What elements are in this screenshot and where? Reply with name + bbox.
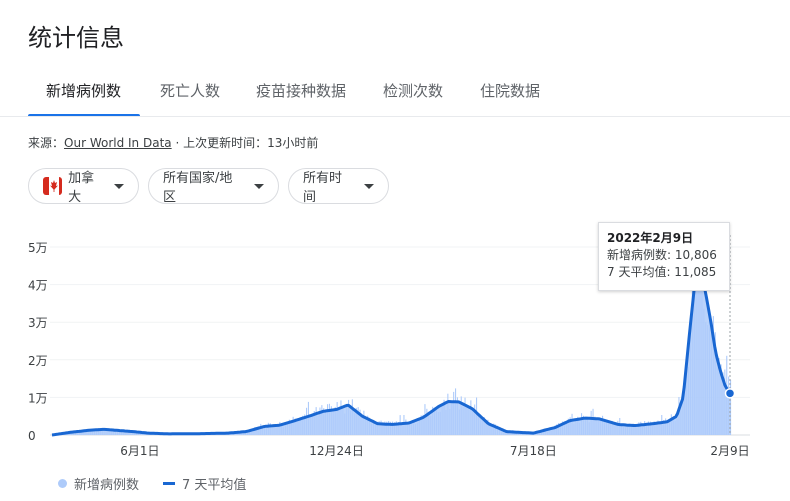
y-tick-label: 4万: [28, 279, 48, 293]
y-axis-ticks: 0 1万 2万 3万 4万 5万: [28, 241, 48, 443]
legend-bars-swatch: [58, 479, 67, 488]
avg-area: [52, 271, 730, 435]
time-range-dropdown[interactable]: 所有时间: [288, 168, 389, 205]
tab-hospitalizations[interactable]: 住院数据: [480, 80, 540, 101]
tooltip-new-cases: 新增病例数: 10,806: [607, 248, 717, 262]
avg-line: [51, 270, 732, 437]
chevron-down-icon: [114, 183, 124, 189]
chevron-down-icon: [364, 183, 374, 189]
chart-tooltip: 2022年2月9日 新增病例数: 10,806 7 天平均值: 11,085: [598, 222, 730, 291]
x-tick-label: 6月1日: [120, 444, 159, 458]
page-title: 统计信息: [28, 24, 124, 52]
x-tick-label: 2月9日: [710, 444, 749, 458]
tab-vaccinations[interactable]: 疫苗接种数据: [256, 80, 346, 101]
chart-legend: 新增病例数 7 天平均值: [58, 474, 246, 493]
time-range-label: 所有时间: [303, 171, 343, 205]
source-line: 来源：Our World In Data · 上次更新时间：13小时前: [28, 134, 318, 151]
tab-bar: 新增病例数 死亡人数 疫苗接种数据 检测次数 住院数据: [28, 64, 762, 117]
y-tick-label: 5万: [28, 241, 48, 255]
tooltip-avg: 7 天平均值: 11,085: [607, 265, 717, 279]
legend-bars-label: 新增病例数: [74, 478, 140, 493]
country-dropdown[interactable]: 加拿大: [28, 168, 139, 205]
tabs-divider: [0, 116, 790, 117]
source-prefix: 来源：: [28, 136, 65, 150]
canada-flag-icon: [43, 177, 63, 195]
legend-avg-label: 7 天平均值: [182, 478, 247, 493]
y-tick-label: 0: [28, 429, 36, 443]
x-tick-label: 12月24日: [309, 444, 364, 458]
tab-new-cases[interactable]: 新增病例数: [46, 80, 121, 101]
y-tick-label: 3万: [28, 316, 48, 330]
x-axis-ticks: 6月1日 12月24日 7月18日 2月9日: [120, 444, 749, 458]
region-dropdown[interactable]: 所有国家/地区: [148, 168, 279, 205]
tab-tests[interactable]: 检测次数: [383, 80, 443, 101]
source-suffix: · 上次更新时间：13小时前: [171, 136, 319, 150]
tooltip-date: 2022年2月9日: [607, 231, 694, 245]
y-tick-label: 2万: [28, 354, 48, 368]
hover-point: [724, 388, 736, 399]
chevron-down-icon: [254, 183, 264, 189]
region-label: 所有国家/地区: [163, 171, 233, 205]
country-label: 加拿大: [68, 171, 95, 205]
legend-avg-swatch: [163, 482, 176, 485]
tab-deaths[interactable]: 死亡人数: [160, 80, 220, 101]
source-link[interactable]: Our World In Data: [64, 136, 172, 150]
x-tick-label: 7月18日: [510, 444, 557, 458]
avg-line-path: [51, 270, 732, 437]
y-tick-label: 1万: [28, 391, 48, 405]
avg-area-fill: [52, 271, 730, 435]
